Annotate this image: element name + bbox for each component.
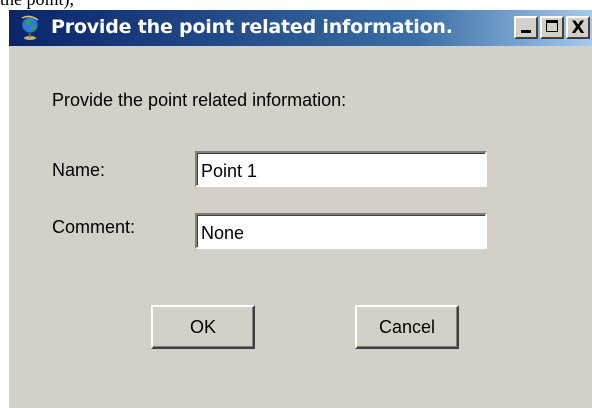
background-document: the point), [0, 0, 592, 10]
background-text: the point), [0, 0, 74, 10]
window-title: Provide the point related information. [51, 16, 453, 38]
prompt-text: Provide the point related information: [52, 90, 347, 110]
minimize-button[interactable] [514, 16, 538, 39]
close-icon: X [571, 17, 585, 38]
maximize-icon [546, 20, 558, 32]
comment-label: Comment: [52, 217, 136, 237]
close-button[interactable]: X [566, 16, 590, 39]
title-bar[interactable]: Provide the point related information. X [9, 10, 592, 46]
cancel-button[interactable]: Cancel [355, 305, 459, 349]
maximize-button[interactable] [540, 16, 564, 39]
comment-input[interactable] [195, 213, 487, 249]
name-input[interactable] [195, 151, 487, 187]
minimize-icon [521, 30, 531, 33]
dialog-window: Provide the point related information. X… [8, 10, 592, 408]
ok-button[interactable]: OK [151, 305, 255, 349]
name-label: Name: [52, 160, 106, 180]
globe-icon [17, 15, 43, 41]
